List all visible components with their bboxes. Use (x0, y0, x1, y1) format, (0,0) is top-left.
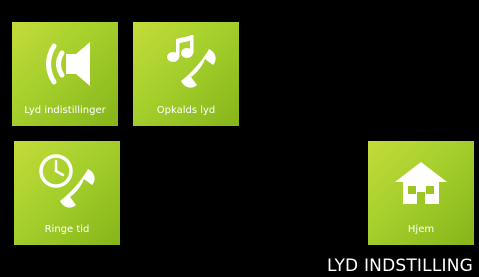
home-tile[interactable]: Hjem (368, 141, 474, 245)
phone-music-icon (133, 35, 239, 93)
sound-settings-label: Lyd indistillinger (24, 105, 106, 116)
call-sound-label: Opkalds lyd (156, 105, 216, 116)
screen-title: LYD INDSTILLING (327, 256, 473, 276)
ring-time-tile[interactable]: Ringe tid (14, 141, 120, 245)
phone-clock-icon (14, 154, 120, 212)
speaker-icon (12, 35, 118, 93)
home-icon (368, 154, 474, 212)
ring-time-label: Ringe tid (44, 224, 90, 235)
sound-settings-tile[interactable]: Lyd indistillinger (12, 22, 118, 126)
call-sound-tile[interactable]: Opkalds lyd (133, 22, 239, 126)
home-label: Hjem (407, 224, 435, 235)
